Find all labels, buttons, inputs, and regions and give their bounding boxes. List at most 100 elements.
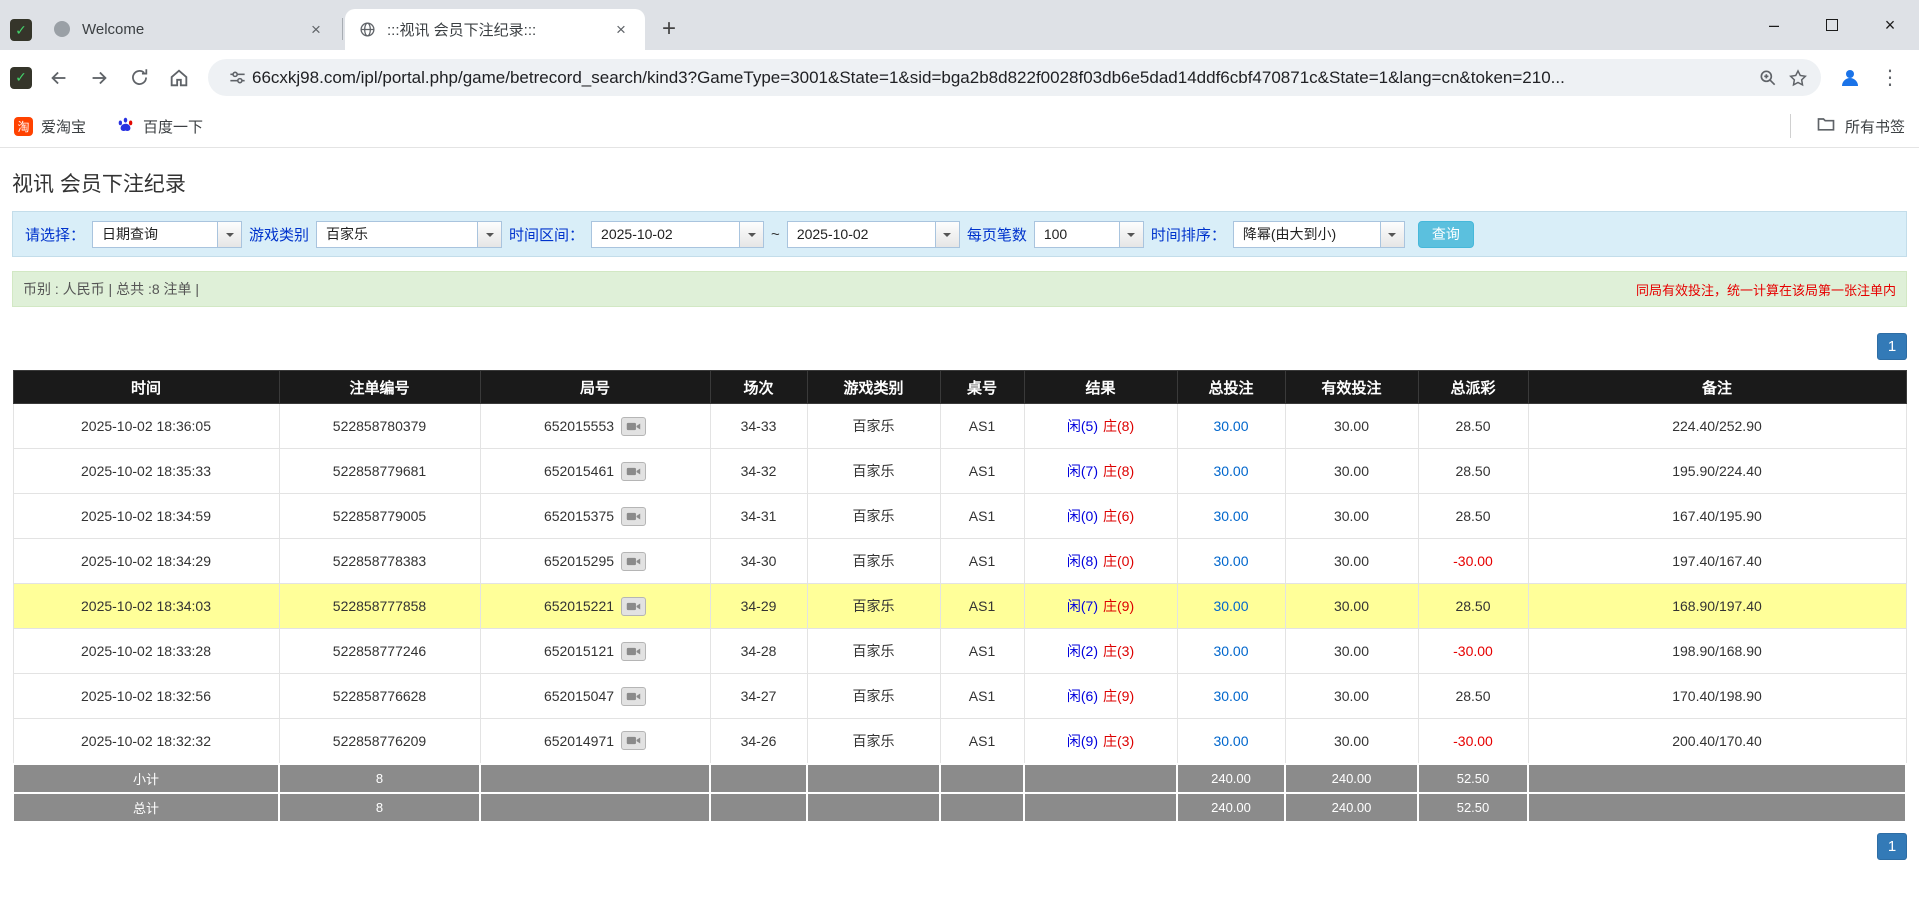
page-number-button[interactable]: 1 (1877, 833, 1907, 860)
page-title: 视讯 会员下注纪录 (12, 168, 1907, 198)
profile-icon[interactable] (1831, 59, 1869, 97)
bookmark-star-icon[interactable] (1783, 63, 1813, 93)
banker-result: 庄(9) (1103, 598, 1134, 614)
banker-result: 庄(8) (1103, 418, 1134, 434)
page-number-button[interactable]: 1 (1877, 333, 1907, 360)
player-result: 闲(2) (1067, 643, 1098, 659)
video-replay-icon[interactable] (621, 417, 646, 436)
sort-select[interactable]: 降幂(由大到小) (1233, 221, 1405, 248)
address-bar[interactable]: 66cxkj98.com/ipl/portal.php/game/betreco… (208, 59, 1821, 96)
window-controls: – × (1745, 0, 1919, 50)
col-valid-bet: 有效投注 (1285, 371, 1418, 404)
total-bet-link[interactable]: 30.00 (1213, 418, 1248, 434)
filter-bar: 请选择： 日期查询 游戏类别 百家乐 时间区间： 2025-10-02 ~ 20… (12, 211, 1907, 257)
total-bet-link[interactable]: 30.00 (1213, 463, 1248, 479)
table-row: 2025-10-02 18:36:05 522858780379 6520155… (13, 404, 1906, 449)
video-replay-icon[interactable] (621, 462, 646, 481)
banker-result: 庄(8) (1103, 463, 1134, 479)
total-bet-link[interactable]: 30.00 (1213, 643, 1248, 659)
video-replay-icon[interactable] (621, 507, 646, 526)
banker-result: 庄(9) (1103, 688, 1134, 704)
pagination-bottom: 1 (12, 833, 1907, 860)
close-button[interactable]: × (1861, 0, 1919, 50)
bookmark-taobao[interactable]: 淘 爱淘宝 (14, 116, 86, 137)
zoom-icon[interactable] (1753, 63, 1783, 93)
total-row: 总计 8 240.00 240.00 52.50 (13, 793, 1906, 822)
total-bet-link[interactable]: 30.00 (1213, 598, 1248, 614)
banker-result: 庄(0) (1103, 553, 1134, 569)
player-result: 闲(9) (1067, 733, 1098, 749)
chevron-down-icon[interactable] (1380, 222, 1404, 247)
chevron-down-icon[interactable] (217, 222, 241, 247)
video-replay-icon[interactable] (621, 552, 646, 571)
bookmarks-divider (1790, 114, 1791, 138)
col-time: 时间 (13, 371, 279, 404)
tab-close-icon[interactable]: × (306, 20, 326, 40)
maximize-button[interactable] (1803, 0, 1861, 50)
banker-result: 庄(3) (1103, 643, 1134, 659)
total-bet-link[interactable]: 30.00 (1213, 688, 1248, 704)
new-tab-button[interactable]: + (653, 13, 685, 45)
total-bet-link[interactable]: 30.00 (1213, 508, 1248, 524)
table-row: 2025-10-02 18:34:29 522858778383 6520152… (13, 539, 1906, 584)
menu-kebab-icon[interactable]: ⋮ (1871, 59, 1909, 97)
banker-result: 庄(6) (1103, 508, 1134, 524)
all-bookmarks-label: 所有书签 (1845, 116, 1905, 137)
query-button[interactable]: 查询 (1418, 221, 1474, 248)
browser-window: ✓ Welcome × :::视讯 会员下注纪录::: × + – × ✓ (0, 0, 1919, 148)
col-session: 场次 (710, 371, 807, 404)
table-row: 2025-10-02 18:34:59 522858779005 6520153… (13, 494, 1906, 539)
col-result: 结果 (1024, 371, 1177, 404)
table-row: 2025-10-02 18:32:32 522858776209 6520149… (13, 719, 1906, 764)
col-round-no: 局号 (480, 371, 710, 404)
url-text[interactable]: 66cxkj98.com/ipl/portal.php/game/betreco… (252, 68, 1753, 88)
query-type-select[interactable]: 日期查询 (92, 221, 242, 248)
chevron-down-icon[interactable] (1119, 222, 1143, 247)
per-page-label: 每页笔数 (967, 224, 1027, 245)
welcome-favicon-icon (54, 21, 72, 39)
currency-total-text: 币别 : 人民币 | 总共 :8 注单 | (23, 279, 199, 299)
overlay-check-badge: ✓ (10, 19, 32, 41)
col-game: 游戏类别 (807, 371, 940, 404)
tab-betrecord[interactable]: :::视讯 会员下注纪录::: × (345, 9, 645, 50)
bookmark-label: 百度一下 (143, 116, 203, 137)
player-result: 闲(0) (1067, 508, 1098, 524)
tab-close-icon[interactable]: × (611, 20, 631, 40)
player-result: 闲(5) (1067, 418, 1098, 434)
video-replay-icon[interactable] (621, 687, 646, 706)
bookmark-label: 爱淘宝 (41, 116, 86, 137)
video-replay-icon[interactable] (621, 642, 646, 661)
home-button[interactable] (160, 59, 198, 97)
col-total-bet: 总投注 (1177, 371, 1285, 404)
total-bet-link[interactable]: 30.00 (1213, 553, 1248, 569)
game-type-select[interactable]: 百家乐 (316, 221, 502, 248)
player-result: 闲(7) (1067, 598, 1098, 614)
date-to-select[interactable]: 2025-10-02 (787, 221, 960, 248)
all-bookmarks[interactable]: 所有书签 (1790, 114, 1905, 138)
video-replay-icon[interactable] (621, 731, 646, 750)
chevron-down-icon[interactable] (935, 222, 959, 247)
back-button[interactable] (40, 59, 78, 97)
tab-bar: ✓ Welcome × :::视讯 会员下注纪录::: × + – × (0, 0, 1919, 50)
player-result: 闲(8) (1067, 553, 1098, 569)
chevron-down-icon[interactable] (477, 222, 501, 247)
refresh-button[interactable] (120, 59, 158, 97)
video-replay-icon[interactable] (621, 597, 646, 616)
tab-welcome[interactable]: Welcome × (40, 9, 340, 50)
per-page-select[interactable]: 100 (1034, 221, 1144, 248)
chevron-down-icon[interactable] (739, 222, 763, 247)
baidu-paw-icon (116, 115, 135, 138)
negative-payout: -30.00 (1418, 629, 1528, 674)
globe-favicon-icon (359, 21, 377, 39)
bookmark-baidu[interactable]: 百度一下 (116, 115, 203, 138)
tab-separator (342, 18, 343, 40)
date-from-select[interactable]: 2025-10-02 (591, 221, 764, 248)
page-content: 视讯 会员下注纪录 请选择： 日期查询 游戏类别 百家乐 时间区间： 2025-… (0, 168, 1919, 860)
choose-label: 请选择： (25, 224, 85, 245)
site-info-icon[interactable] (222, 63, 252, 93)
total-bet-link[interactable]: 30.00 (1213, 733, 1248, 749)
minimize-button[interactable]: – (1745, 0, 1803, 50)
summary-bar: 币别 : 人民币 | 总共 :8 注单 | 同局有效投注，统一计算在该局第一张注… (12, 271, 1907, 307)
banker-result: 庄(3) (1103, 733, 1134, 749)
forward-button[interactable] (80, 59, 118, 97)
